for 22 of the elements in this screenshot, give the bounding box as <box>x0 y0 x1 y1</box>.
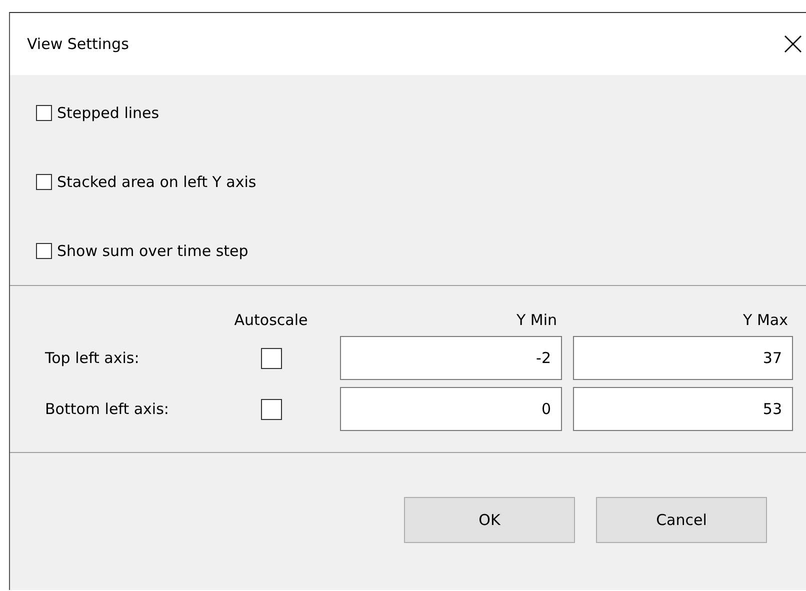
autoscale-checkbox[interactable] <box>260 398 282 420</box>
column-header: Autoscale <box>234 311 308 329</box>
autoscale-checkbox[interactable] <box>260 348 282 368</box>
axis-label: Bottom left axis: <box>44 400 170 418</box>
checkbox[interactable] <box>36 104 52 120</box>
axis-label: Top left axis: <box>44 349 140 367</box>
column-header: Y Max <box>743 311 788 329</box>
cancel-button[interactable]: Cancel <box>596 497 767 543</box>
y-min-field[interactable]: -2 <box>340 336 562 380</box>
window-title: View Settings <box>27 35 129 53</box>
ok-button[interactable]: OK <box>404 497 575 543</box>
close-button[interactable] <box>782 33 804 55</box>
close-icon <box>784 35 802 53</box>
checkbox-label: Show sum over time step <box>57 242 248 260</box>
checkbox-label: Stepped lines <box>57 104 160 122</box>
checkbox[interactable] <box>36 174 52 190</box>
column-header: Y Min <box>516 311 557 329</box>
checkbox-label: Stacked area on left Y axis <box>57 172 256 190</box>
y-max-field[interactable]: 53 <box>573 387 793 431</box>
checkbox[interactable] <box>36 242 52 258</box>
y-min-field[interactable]: 0 <box>340 387 562 431</box>
y-max-field[interactable]: 37 <box>573 336 793 380</box>
